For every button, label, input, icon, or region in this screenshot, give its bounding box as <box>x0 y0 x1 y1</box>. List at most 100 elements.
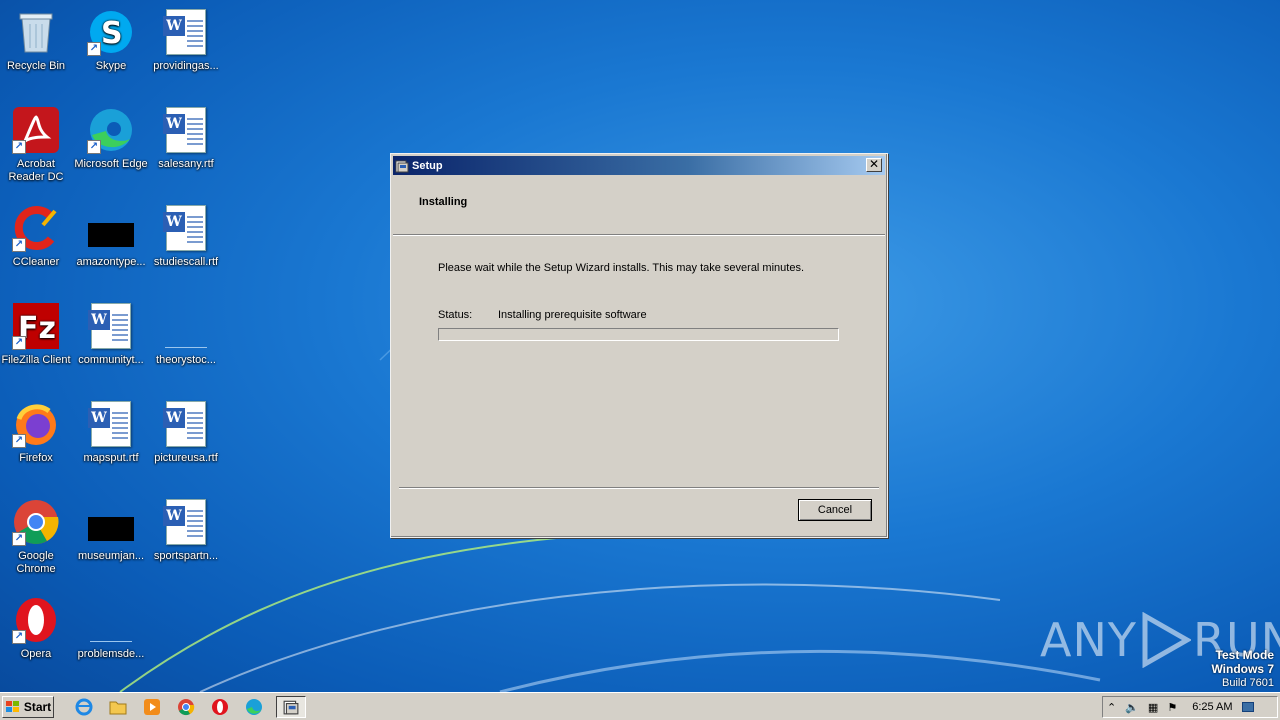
desktop-icon-label: FileZilla Client <box>1 354 71 366</box>
desktop-icon-label: Google Chrome <box>16 550 56 575</box>
desktop-icon-museumjan[interactable]: museumjan... <box>73 498 149 563</box>
os-name-text: Windows 7 <box>1211 662 1274 676</box>
desktop-icon-problemsde[interactable]: problemsde... <box>73 596 149 661</box>
desktop-icon-sportspartn[interactable]: sportspartn... <box>148 498 224 563</box>
shortcut-arrow-icon: ↗ <box>12 238 26 252</box>
desktop-icon-label: communityt... <box>78 354 144 366</box>
window-title: Setup <box>412 159 443 172</box>
wizard-header-title: Installing <box>419 196 468 208</box>
desktop-icon-label: Opera <box>20 648 52 660</box>
desktop-icon-pictureusa[interactable]: pictureusa.rtf <box>148 400 224 465</box>
desktop-icon-opera[interactable]: ↗ Opera <box>0 596 74 661</box>
install-progress-bar <box>438 328 839 341</box>
word-document-icon <box>162 498 210 546</box>
desktop-icon-amazontype[interactable]: amazontype... <box>73 204 149 269</box>
show-desktop-icon[interactable] <box>1241 702 1254 712</box>
desktop-icon-label: problemsde... <box>77 648 145 660</box>
acrobat-icon: ↗ <box>12 106 60 154</box>
edge-taskbar-icon[interactable] <box>242 696 266 718</box>
windows-logo-icon <box>5 700 19 712</box>
word-document-icon <box>162 8 210 56</box>
close-icon: ✕ <box>868 157 880 171</box>
status-value: Installing prerequisite software <box>498 309 647 321</box>
desktop-icon-skype[interactable]: S ↗ Skype <box>73 8 149 73</box>
header-divider <box>393 234 885 236</box>
desktop-icon-ccleaner[interactable]: ↗ CCleaner <box>0 204 74 269</box>
wizard-header: Installing <box>393 175 885 234</box>
desktop-icon-studiescall[interactable]: studiescall.rtf <box>148 204 224 269</box>
word-document-icon <box>162 400 210 448</box>
desktop-icon-label: salesany.rtf <box>158 158 214 170</box>
show-hidden-icons-chevron-icon[interactable]: ⌃ <box>1107 701 1116 714</box>
desktop-icon-salesany[interactable]: salesany.rtf <box>148 106 224 171</box>
desktop-icon-label: theorystoc... <box>156 354 216 366</box>
desktop-icon-chrome[interactable]: ↗ Google Chrome <box>0 498 74 576</box>
desktop-icon-mapsput[interactable]: mapsput.rtf <box>73 400 149 465</box>
explorer-folder-icon[interactable] <box>106 696 130 718</box>
status-label: Status: <box>438 309 473 321</box>
desktop-icon-label: studiescall.rtf <box>153 256 219 268</box>
clock[interactable]: 6:25 AM <box>1192 701 1232 713</box>
chrome-taskbar-icon[interactable] <box>174 696 198 718</box>
setup-app-icon <box>283 700 299 714</box>
setup-taskbar-button[interactable] <box>276 695 306 718</box>
shortcut-arrow-icon: ↗ <box>87 42 101 56</box>
desktop-icon-edge[interactable]: ↗ Microsoft Edge <box>73 106 149 171</box>
desktop-icon-acrobat[interactable]: ↗ Acrobat Reader DC <box>0 106 74 184</box>
play-logo-icon <box>1142 612 1191 668</box>
word-document-icon <box>87 302 135 350</box>
word-document-icon <box>87 400 135 448</box>
word-document-icon <box>162 106 210 154</box>
desktop-icon-label: providingas... <box>153 60 219 72</box>
chrome-icon: ↗ <box>12 498 60 546</box>
blank-file-icon <box>87 596 135 644</box>
filezilla-icon: Fz ↗ <box>12 302 60 350</box>
window-titlebar[interactable]: Setup ✕ <box>393 156 885 175</box>
black-file-icon <box>87 498 135 546</box>
black-file-icon <box>87 204 135 252</box>
desktop-icon-label: sportspartn... <box>153 550 219 562</box>
blank-file-icon <box>162 302 210 350</box>
build-text: Build 7601 <box>1222 677 1274 689</box>
recycle-bin-icon <box>12 8 60 56</box>
footer-divider <box>399 487 879 489</box>
quick-launch <box>72 695 306 718</box>
cancel-button[interactable]: Cancel <box>798 499 872 521</box>
desktop-icon-theorystoc[interactable]: theorystoc... <box>148 302 224 367</box>
wizard-description: Please wait while the Setup Wizard insta… <box>438 262 805 274</box>
opera-taskbar-icon[interactable] <box>208 696 232 718</box>
setup-app-icon <box>395 160 409 172</box>
close-button[interactable]: ✕ <box>866 158 882 172</box>
ie-icon[interactable] <box>72 696 96 718</box>
desktop-icon-label: mapsput.rtf <box>83 452 139 464</box>
desktop-icon-providingas[interactable]: providingas... <box>148 8 224 73</box>
test-mode-text: Test Mode <box>1215 648 1274 662</box>
desktop-icon-label: pictureusa.rtf <box>154 452 218 464</box>
shortcut-arrow-icon: ↗ <box>12 532 26 546</box>
desktop-icon-label: museumjan... <box>77 550 145 562</box>
desktop-icon-label: Firefox <box>19 452 53 464</box>
desktop-icon-firefox[interactable]: ↗ Firefox <box>0 400 74 465</box>
volume-icon[interactable]: 🔈 <box>1125 701 1139 714</box>
media-player-icon[interactable] <box>140 696 164 718</box>
start-label: Start <box>23 699 52 714</box>
network-icon[interactable]: ▦ <box>1148 701 1158 714</box>
desktop-icon-label: Microsoft Edge <box>74 158 148 170</box>
setup-window: Setup ✕ Installing Please wait while the… <box>390 153 888 538</box>
taskbar: Start ⌃ 🔈 ▦ ⚑ 6:25 AM <box>0 692 1280 720</box>
word-document-icon <box>162 204 210 252</box>
ccleaner-icon: ↗ <box>12 204 60 252</box>
system-tray: ⌃ 🔈 ▦ ⚑ 6:25 AM <box>1102 696 1278 718</box>
edge-icon: ↗ <box>87 106 135 154</box>
shortcut-arrow-icon: ↗ <box>12 140 26 154</box>
opera-icon: ↗ <box>12 596 60 644</box>
shortcut-arrow-icon: ↗ <box>12 630 26 644</box>
desktop-icon-filezilla[interactable]: Fz ↗ FileZilla Client <box>0 302 74 367</box>
test-mode-notice: Test Mode Windows 7 Build 7601 <box>1211 648 1274 690</box>
shortcut-arrow-icon: ↗ <box>12 336 26 350</box>
start-button[interactable]: Start <box>2 695 54 718</box>
skype-icon: S ↗ <box>87 8 135 56</box>
desktop-icon-recycle-bin[interactable]: Recycle Bin <box>0 8 74 73</box>
desktop-icon-communityt[interactable]: communityt... <box>73 302 149 367</box>
action-center-flag-icon[interactable]: ⚑ <box>1167 701 1177 714</box>
